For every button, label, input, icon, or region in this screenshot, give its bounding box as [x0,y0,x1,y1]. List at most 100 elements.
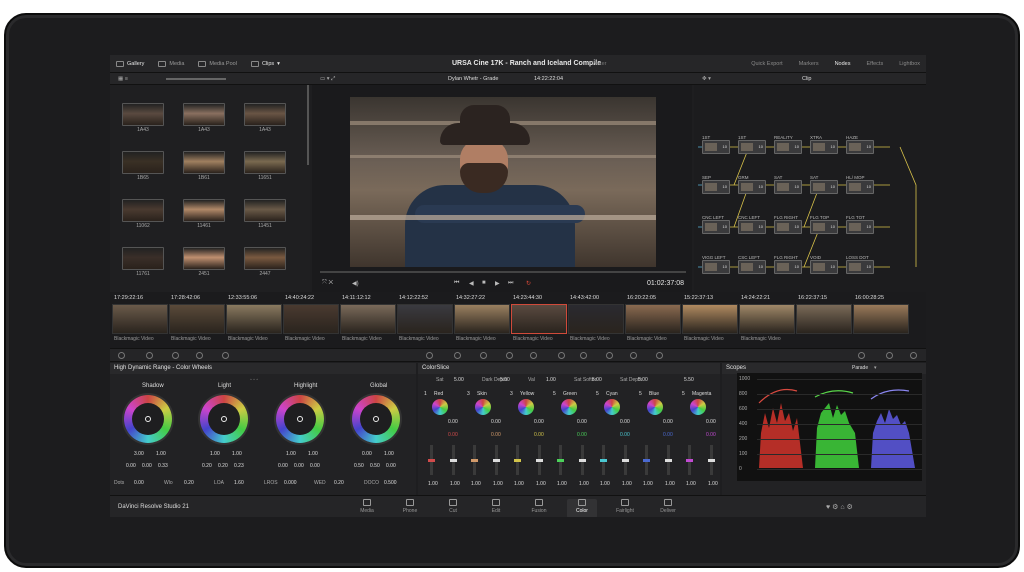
tab-markers[interactable]: Markers [799,61,819,67]
channel-wheel[interactable] [475,399,491,415]
play-icon[interactable]: ▶ [495,280,500,287]
timeline-name[interactable]: Dylan Whetr - Grade [448,76,498,82]
slider-thumb[interactable] [622,459,629,462]
go-end-icon[interactable]: ⏭ [508,280,513,287]
timeline-clip[interactable] [853,304,909,334]
loop-toggle-icon[interactable]: ↻ [526,280,531,287]
slider-thumb[interactable] [579,459,586,462]
color-node[interactable]: FLG RIGHT 10 [774,215,802,234]
settings-icons[interactable]: ♥ ⚙ ⌂ ⚙ [826,503,853,511]
color-node[interactable]: SAT 10 [774,175,802,194]
color-wheel[interactable] [200,395,248,443]
tab-clips[interactable]: Clips ▾ [250,60,280,67]
tool-icon[interactable] [858,352,865,359]
chevron-down-icon[interactable]: ▾ [874,365,877,371]
tab-media[interactable]: Media [158,60,184,67]
gallery-still[interactable]: 11461 [183,199,225,229]
page-tab-deliver[interactable]: Deliver [653,499,683,514]
wheel-puck[interactable] [221,416,227,422]
play-reverse-icon[interactable]: ◀ [469,280,474,287]
tab-media-pool[interactable]: Media Pool [198,60,237,67]
timeline-clip[interactable] [226,304,282,334]
channel-slider[interactable] [450,445,457,475]
slider-thumb[interactable] [428,459,435,462]
color-node[interactable]: FLG TOT 10 [846,215,874,234]
go-start-icon[interactable]: ⏮ [454,280,459,287]
slider-thumb[interactable] [600,459,607,462]
tool-icon[interactable] [426,352,433,359]
gallery-still[interactable]: 11451 [244,199,286,229]
channel-wheel[interactable] [604,399,620,415]
page-tab-phone[interactable]: Phone [395,499,425,514]
color-node[interactable]: HAZE 10 [846,135,874,154]
color-node[interactable]: FLG RIGHT 10 [774,255,802,274]
page-tab-fusion[interactable]: Fusion [524,499,554,514]
gallery-still[interactable]: 2451 [183,247,225,277]
color-node[interactable]: CNC LEFT 10 [702,215,730,234]
timeline-clip[interactable] [625,304,681,334]
slider-thumb[interactable] [665,459,672,462]
stop-icon[interactable]: ■ [482,280,486,286]
tab-effects[interactable]: Effects [866,61,883,67]
timeline-clip[interactable] [511,304,567,334]
wheel-puck[interactable] [145,416,151,422]
scope-mode-select[interactable]: Parade [852,365,868,371]
color-node[interactable]: XTRA 10 [810,135,838,154]
page-tab-color[interactable]: Color [567,499,597,517]
channel-slider[interactable] [557,445,564,475]
gallery-scrollbar[interactable] [307,85,309,165]
timeline-clip[interactable] [397,304,453,334]
timeline-clip[interactable] [454,304,510,334]
channel-slider[interactable] [536,445,543,475]
page-tab-fairlight[interactable]: Fairlight [610,499,640,514]
tool-icon[interactable] [172,352,179,359]
color-node[interactable]: CSC LEFT 10 [738,255,766,274]
channel-slider[interactable] [643,445,650,475]
viewer-options-icon[interactable]: ▭ ▾ ⤢ [320,76,335,83]
color-node[interactable]: HL/ MOP 10 [846,175,874,194]
slider-thumb[interactable] [557,459,564,462]
channel-slider[interactable] [600,445,607,475]
tool-icon[interactable] [558,352,565,359]
gallery-still[interactable]: 11761 [122,247,164,277]
page-tab-cut[interactable]: Cut [438,499,468,514]
tab-nodes[interactable]: Nodes [835,61,851,67]
slider-thumb[interactable] [643,459,650,462]
color-wheel[interactable] [276,395,324,443]
tab-lightbox[interactable]: Lightbox [899,61,920,67]
color-wheel[interactable] [124,395,172,443]
color-node[interactable]: SAT 10 [810,175,838,194]
loop-icon[interactable]: ⤧ ✕ [322,280,333,287]
color-wheel[interactable] [352,395,400,443]
tool-icon[interactable] [146,352,153,359]
timeline-clip[interactable] [739,304,795,334]
slider-thumb[interactable] [536,459,543,462]
tab-gallery[interactable]: Gallery [116,60,144,67]
timeline-clip[interactable] [568,304,624,334]
timeline-clip[interactable] [682,304,738,334]
slider-thumb[interactable] [471,459,478,462]
gallery-still[interactable]: 1B61 [183,151,225,181]
tool-icon[interactable] [656,352,663,359]
channel-wheel[interactable] [690,399,706,415]
timeline-clip[interactable] [283,304,339,334]
tool-icon[interactable] [118,352,125,359]
tool-icon[interactable] [630,352,637,359]
slider-thumb[interactable] [450,459,457,462]
channel-wheel[interactable] [647,399,663,415]
channel-wheel[interactable] [518,399,534,415]
color-node[interactable]: VOID 10 [810,255,838,274]
page-tab-edit[interactable]: Edit [481,499,511,514]
gallery-still[interactable]: 11651 [244,151,286,181]
timeline-clip[interactable] [340,304,396,334]
color-node[interactable]: REALITY 10 [774,135,802,154]
color-node[interactable]: 1ST 10 [738,135,766,154]
timeline-clip[interactable] [112,304,168,334]
channel-slider[interactable] [514,445,521,475]
tool-icon[interactable] [480,352,487,359]
timeline-clip[interactable] [796,304,852,334]
gallery-still[interactable]: 1A43 [183,103,225,133]
color-node[interactable]: CNC LEFT 10 [738,215,766,234]
color-node[interactable]: GRM 10 [738,175,766,194]
wheel-pages-dots[interactable]: ◦ ◦ ◦ [250,377,258,383]
